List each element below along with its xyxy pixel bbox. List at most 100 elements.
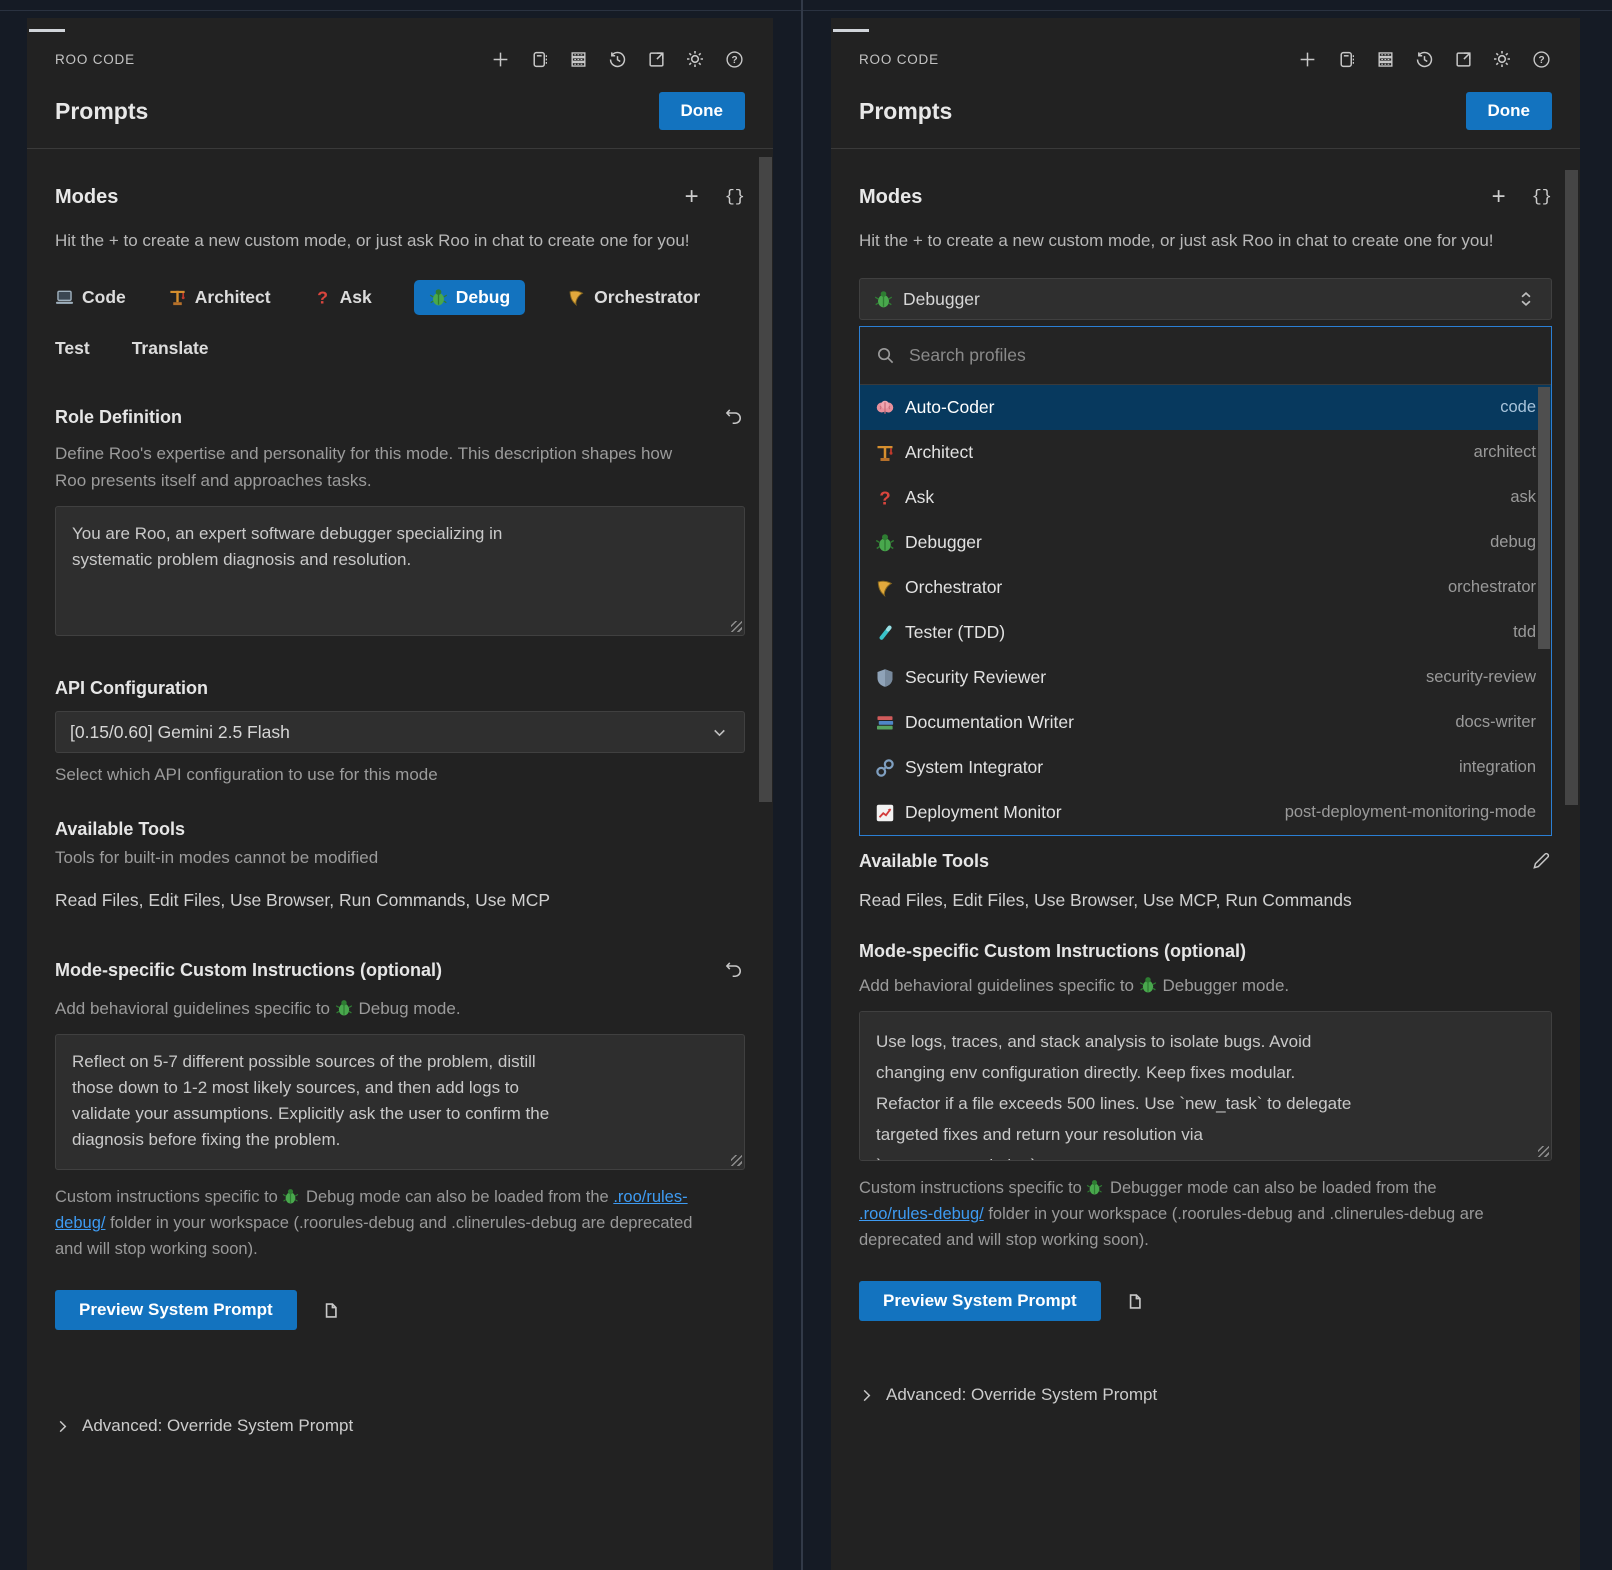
mcp-servers-icon[interactable]	[567, 48, 589, 70]
crane-icon	[875, 443, 895, 463]
history-icon[interactable]	[1413, 48, 1435, 70]
profile-row-documentation-writer[interactable]: Documentation Writer docs-writer	[860, 700, 1551, 745]
custom-instructions-title: Mode-specific Custom Instructions (optio…	[55, 960, 442, 981]
books-icon	[875, 713, 895, 733]
mode-chip-architect[interactable]: Architect	[168, 280, 271, 315]
plus-icon[interactable]	[489, 48, 511, 70]
profile-row-deployment-monitor[interactable]: Deployment Monitor post-deployment-monit…	[860, 790, 1551, 835]
chevron-updown-icon	[1515, 288, 1537, 310]
mcp-servers-icon[interactable]	[1374, 48, 1396, 70]
svg-text:?: ?	[879, 488, 890, 508]
bug-icon	[1086, 1179, 1105, 1198]
edit-modes-config-icon[interactable]: {}	[1532, 188, 1552, 207]
revert-role-definition-icon[interactable]	[723, 406, 745, 428]
svg-text:?: ?	[731, 55, 737, 66]
bug-icon	[874, 290, 893, 309]
link-icon	[875, 758, 895, 778]
done-button[interactable]: Done	[1466, 92, 1553, 130]
prompts-panel-left: ROO CODE ? Prompts Done Modes	[27, 18, 773, 1570]
search-profiles-input[interactable]	[909, 345, 1502, 366]
custom-instructions-footnote: Custom instructions specific to Debug mo…	[55, 1184, 710, 1262]
question-icon: ?	[875, 488, 895, 508]
laptop-icon	[55, 288, 74, 307]
custom-instructions-title: Mode-specific Custom Instructions (optio…	[859, 941, 1246, 962]
advanced-override-toggle[interactable]: Advanced: Override System Prompt	[55, 1416, 745, 1436]
selected-mode-label: Debugger	[903, 289, 980, 310]
mode-chip-code[interactable]: Code	[55, 280, 126, 315]
api-configuration-title: API Configuration	[55, 678, 208, 699]
settings-gear-icon[interactable]	[1491, 48, 1513, 70]
panel-drag-handle[interactable]	[29, 29, 65, 32]
panel-drag-handle[interactable]	[833, 29, 869, 32]
advanced-override-toggle[interactable]: Advanced: Override System Prompt	[859, 1385, 1552, 1405]
custom-instructions-guideline: Add behavioral guidelines specific to De…	[859, 972, 1499, 999]
settings-gear-icon[interactable]	[684, 48, 706, 70]
profile-row-tester[interactable]: Tester (TDD) tdd	[860, 610, 1551, 655]
custom-instructions-footnote: Custom instructions specific to Debugger…	[859, 1175, 1514, 1253]
marketplace-icon[interactable]	[1335, 48, 1357, 70]
mode-chip-translate[interactable]: Translate	[132, 331, 209, 366]
profile-row-security-reviewer[interactable]: Security Reviewer security-review	[860, 655, 1551, 700]
profile-list: Auto-Coder code Architect architect ? As…	[860, 385, 1551, 835]
available-tools-note: Tools for built-in modes cannot be modif…	[55, 848, 745, 868]
mode-chip-test[interactable]: Test	[55, 331, 90, 366]
custom-instructions-textarea[interactable]: Reflect on 5-7 different possible source…	[55, 1034, 745, 1170]
open-external-icon[interactable]	[645, 48, 667, 70]
prompts-panel-right: ROO CODE ? Prompts Done Modes	[831, 18, 1580, 1570]
mode-chips: Code Architect ? Ask Debug Orchestrator	[55, 280, 715, 366]
edit-tools-pencil-icon[interactable]	[1530, 850, 1552, 872]
mode-chip-orchestrator[interactable]: Orchestrator	[567, 280, 700, 315]
done-button[interactable]: Done	[659, 92, 746, 130]
available-tools-list: Read Files, Edit Files, Use Browser, Use…	[859, 890, 1552, 911]
copy-icon[interactable]	[1123, 1290, 1145, 1312]
available-tools-title: Available Tools	[55, 819, 185, 840]
role-definition-textarea[interactable]: You are Roo, an expert software debugger…	[55, 506, 745, 636]
profile-row-orchestrator[interactable]: Orchestrator orchestrator	[860, 565, 1551, 610]
search-row	[860, 327, 1551, 385]
role-definition-title: Role Definition	[55, 407, 182, 428]
app-window: ROO CODE ? Prompts Done Modes	[0, 0, 1612, 1570]
mode-chip-debug[interactable]: Debug	[414, 280, 525, 315]
rules-folder-link[interactable]: .roo/rules-debug/	[859, 1205, 984, 1223]
revert-custom-instructions-icon[interactable]	[723, 959, 745, 981]
api-configuration-select[interactable]: [0.15/0.60] Gemini 2.5 Flash	[55, 711, 745, 753]
bug-icon	[875, 533, 895, 553]
open-external-icon[interactable]	[1452, 48, 1474, 70]
add-mode-icon[interactable]: +	[1492, 185, 1506, 209]
resize-handle[interactable]	[731, 1155, 742, 1166]
resize-handle[interactable]	[731, 621, 742, 632]
mode-chip-ask[interactable]: ? Ask	[313, 280, 372, 315]
panel-scrollbar[interactable]	[1565, 170, 1578, 805]
marketplace-icon[interactable]	[528, 48, 550, 70]
dropdown-scrollbar[interactable]	[1538, 387, 1550, 649]
help-icon[interactable]: ?	[723, 48, 745, 70]
shield-icon	[875, 668, 895, 688]
boomerang-icon	[875, 578, 895, 598]
question-icon: ?	[313, 288, 332, 307]
history-icon[interactable]	[606, 48, 628, 70]
svg-text:?: ?	[1538, 55, 1544, 66]
crane-icon	[168, 288, 187, 307]
header-divider	[831, 148, 1580, 149]
profile-row-architect[interactable]: Architect architect	[860, 430, 1551, 475]
custom-instructions-textarea[interactable]: Use logs, traces, and stack analysis to …	[859, 1011, 1552, 1161]
profile-row-ask[interactable]: ? Ask ask	[860, 475, 1551, 520]
modes-section-title: Modes	[55, 186, 118, 209]
help-icon[interactable]: ?	[1530, 48, 1552, 70]
app-title: ROO CODE	[55, 52, 135, 67]
profile-row-auto-coder[interactable]: Auto-Coder code	[860, 385, 1551, 430]
copy-icon[interactable]	[319, 1299, 341, 1321]
profile-row-debugger[interactable]: Debugger debug	[860, 520, 1551, 565]
edit-modes-config-icon[interactable]: {}	[725, 188, 745, 207]
role-definition-description: Define Roo's expertise and personality f…	[55, 440, 695, 494]
plus-icon[interactable]	[1296, 48, 1318, 70]
modes-intro-text: Hit the + to create a new custom mode, o…	[55, 227, 703, 254]
add-mode-icon[interactable]: +	[685, 185, 699, 209]
mode-select[interactable]: Debugger	[859, 278, 1552, 320]
panel-scrollbar[interactable]	[759, 157, 772, 802]
resize-handle[interactable]	[1538, 1146, 1549, 1157]
preview-system-prompt-button[interactable]: Preview System Prompt	[859, 1281, 1101, 1321]
profile-row-system-integrator[interactable]: System Integrator integration	[860, 745, 1551, 790]
preview-system-prompt-button[interactable]: Preview System Prompt	[55, 1290, 297, 1330]
chevron-down-icon	[708, 721, 730, 743]
